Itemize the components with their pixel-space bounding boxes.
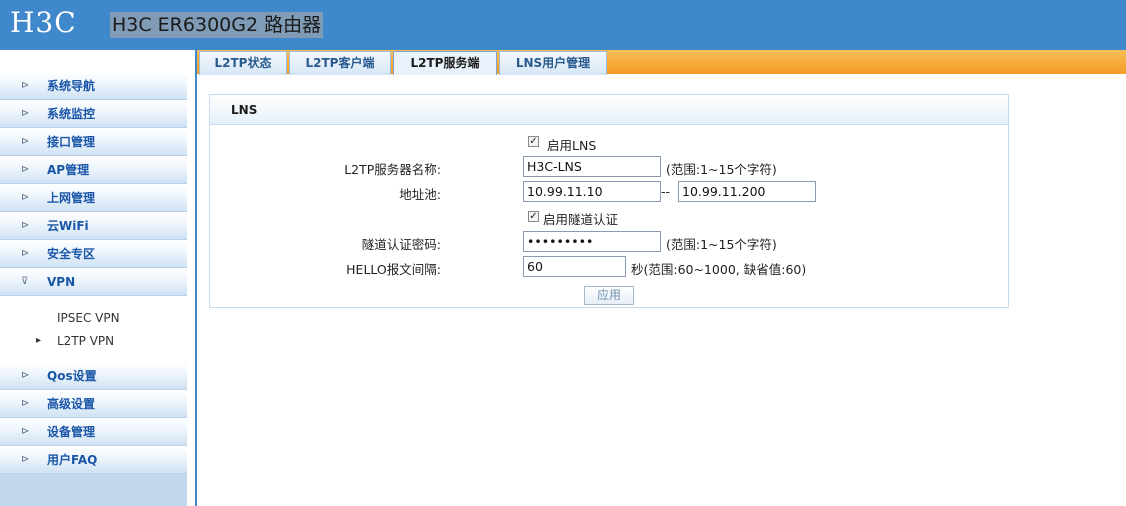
tunnel-password-input[interactable] bbox=[523, 231, 661, 252]
panel-title: LNS bbox=[231, 103, 258, 117]
sidebar-item-cloud-wifi[interactable]: ⊳ 云WiFi bbox=[0, 212, 187, 240]
sidebar-item-internet[interactable]: ⊳ 上网管理 bbox=[0, 184, 187, 212]
sidebar-item-label: 系统监控 bbox=[47, 107, 96, 121]
hello-interval-input[interactable] bbox=[523, 256, 626, 277]
sidebar-item-security[interactable]: ⊳ 安全专区 bbox=[0, 240, 187, 268]
sidebar-item-label: 接口管理 bbox=[47, 135, 96, 149]
server-name-input[interactable] bbox=[523, 156, 661, 177]
expand-arrow-icon: ⊳ bbox=[21, 108, 30, 119]
expand-arrow-icon: ⊳ bbox=[21, 192, 30, 203]
tab-l2tp-client[interactable]: L2TP客户端 bbox=[289, 51, 391, 75]
address-pool-start-input[interactable] bbox=[523, 181, 661, 202]
lns-panel: LNS ✓ 启用LNS L2TP服务器名称: (范围:1~15个字符) 地址池:… bbox=[209, 94, 1009, 308]
sidebar-item-label: Qos设置 bbox=[47, 369, 97, 383]
sidebar-item-label: 设备管理 bbox=[47, 425, 96, 439]
sidebar-item-advanced[interactable]: ⊳ 高级设置 bbox=[0, 390, 187, 418]
sidebar-item-qos[interactable]: ⊳ Qos设置 bbox=[0, 362, 187, 390]
sidebar-top-spacer bbox=[0, 50, 187, 72]
tunnel-auth-checkbox[interactable]: ✓ bbox=[528, 211, 539, 222]
expand-arrow-icon: ⊳ bbox=[21, 136, 30, 147]
enable-lns-label: 启用LNS bbox=[547, 138, 597, 153]
sidebar-item-label: AP管理 bbox=[47, 163, 90, 177]
header-bar: H3C H3C ER6300G2 路由器 bbox=[0, 0, 1126, 50]
enable-lns-checkbox[interactable]: ✓ bbox=[528, 136, 539, 147]
expand-arrow-icon: ⊳ bbox=[21, 370, 30, 381]
tunnel-password-hint: (范围:1~15个字符) bbox=[666, 237, 777, 252]
expand-arrow-icon: ⊳ bbox=[21, 426, 30, 437]
vpn-submenu: IPSEC VPN ▸ L2TP VPN bbox=[0, 296, 187, 362]
address-pool-separator: -- bbox=[661, 184, 671, 199]
submenu-item-label: IPSEC VPN bbox=[57, 311, 120, 325]
address-pool-end-input[interactable] bbox=[678, 181, 816, 202]
expand-arrow-icon: ⊳ bbox=[21, 220, 30, 231]
server-name-hint: (范围:1~15个字符) bbox=[666, 162, 777, 177]
h3c-logo: H3C bbox=[10, 6, 77, 39]
expand-arrow-icon: ⊳ bbox=[21, 248, 30, 259]
sidebar-item-label: 系统导航 bbox=[47, 79, 96, 93]
tunnel-password-label: 隧道认证密码: bbox=[361, 237, 441, 252]
sidebar-item-label: VPN bbox=[47, 275, 76, 289]
tunnel-auth-label: 启用隧道认证 bbox=[543, 212, 619, 227]
current-item-arrow-icon: ▸ bbox=[36, 335, 42, 346]
product-title: H3C ER6300G2 路由器 bbox=[110, 12, 324, 38]
sidebar-nav: ⊳ 系统导航 ⊳ 系统监控 ⊳ 接口管理 ⊳ AP管理 ⊳ 上网管理 ⊳ 云WiFi ⊳ 安全… bbox=[0, 72, 187, 474]
expand-arrow-icon: ⊳ bbox=[21, 80, 30, 91]
panel-header: LNS bbox=[210, 95, 1008, 125]
address-pool-label: 地址池: bbox=[399, 187, 441, 202]
sidebar-item-device[interactable]: ⊳ 设备管理 bbox=[0, 418, 187, 446]
sidebar: ⊳ 系统导航 ⊳ 系统监控 ⊳ 接口管理 ⊳ AP管理 ⊳ 上网管理 ⊳ 云WiFi ⊳ 安全… bbox=[0, 50, 187, 506]
tab-lns-users[interactable]: LNS用户管理 bbox=[499, 51, 607, 75]
sidebar-item-faq[interactable]: ⊳ 用户FAQ bbox=[0, 446, 187, 474]
sidebar-item-label: 安全专区 bbox=[47, 247, 96, 261]
sidebar-divider bbox=[195, 50, 197, 506]
sidebar-item-interface[interactable]: ⊳ 接口管理 bbox=[0, 128, 187, 156]
sidebar-item-label: 上网管理 bbox=[47, 191, 96, 205]
submenu-item-l2tp-vpn[interactable]: ▸ L2TP VPN bbox=[0, 332, 187, 352]
server-name-label: L2TP服务器名称: bbox=[344, 162, 441, 177]
sidebar-item-system-nav[interactable]: ⊳ 系统导航 bbox=[0, 72, 187, 100]
sidebar-item-vpn[interactable]: ⊽ VPN bbox=[0, 268, 187, 296]
hello-interval-hint: 秒(范围:60~1000, 缺省值:60) bbox=[631, 262, 807, 277]
sidebar-item-ap[interactable]: ⊳ AP管理 bbox=[0, 156, 187, 184]
sidebar-item-label: 用户FAQ bbox=[47, 453, 98, 467]
expand-arrow-icon: ⊳ bbox=[21, 164, 30, 175]
tab-l2tp-status[interactable]: L2TP状态 bbox=[199, 51, 287, 75]
sidebar-item-label: 高级设置 bbox=[47, 397, 96, 411]
tab-l2tp-server[interactable]: L2TP服务端 bbox=[393, 51, 497, 75]
submenu-item-ipsec-vpn[interactable]: IPSEC VPN bbox=[0, 309, 187, 329]
expand-arrow-icon: ⊳ bbox=[21, 398, 30, 409]
collapse-arrow-icon: ⊽ bbox=[21, 276, 29, 287]
hello-interval-label: HELLO报文间隔: bbox=[346, 262, 441, 277]
apply-button[interactable]: 应用 bbox=[584, 286, 634, 305]
expand-arrow-icon: ⊳ bbox=[21, 454, 30, 465]
sidebar-item-system-monitor[interactable]: ⊳ 系统监控 bbox=[0, 100, 187, 128]
sidebar-item-label: 云WiFi bbox=[47, 219, 89, 233]
submenu-item-label: L2TP VPN bbox=[57, 334, 115, 348]
tab-bar: L2TP状态 L2TP客户端 L2TP服务端 LNS用户管理 bbox=[197, 50, 1126, 75]
